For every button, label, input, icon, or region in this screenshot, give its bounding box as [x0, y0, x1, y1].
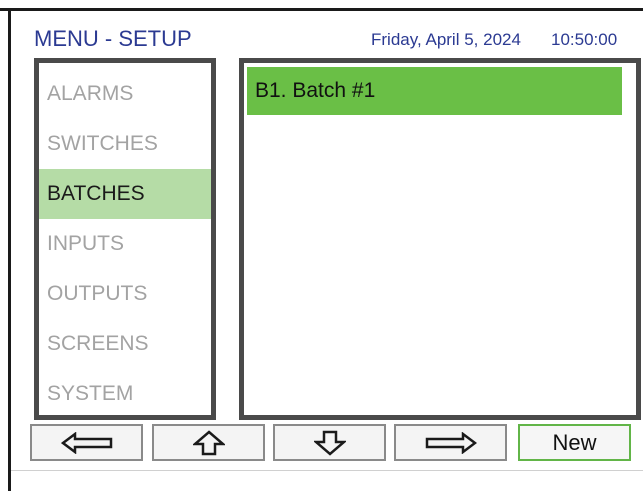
page-title: MENU - SETUP	[34, 26, 192, 51]
menu-item-inputs[interactable]: INPUTS	[39, 219, 211, 269]
arrow-up-icon	[192, 429, 225, 455]
menu-panel: ALARMS SWITCHES BATCHES INPUTS OUTPUTS S…	[34, 58, 216, 420]
setup-screen: MENU - SETUP Friday, April 5, 2024 10:50…	[0, 0, 643, 491]
new-button[interactable]: New	[518, 424, 631, 461]
time-display: 10:50:00	[551, 30, 618, 49]
up-button[interactable]	[152, 424, 265, 461]
menu-item-batches[interactable]: BATCHES	[39, 169, 211, 219]
list-item[interactable]: B1. Batch #1	[247, 67, 622, 115]
left-button[interactable]	[30, 424, 143, 461]
frame-left-border	[8, 8, 11, 491]
menu-item-alarms[interactable]: ALARMS	[39, 69, 211, 119]
menu-item-system[interactable]: SYSTEM	[39, 369, 211, 419]
header-bar: MENU - SETUP Friday, April 5, 2024 10:50…	[11, 11, 643, 59]
bottom-divider	[11, 470, 643, 471]
right-button[interactable]	[394, 424, 507, 461]
arrow-right-icon	[425, 431, 477, 454]
menu-item-switches[interactable]: SWITCHES	[39, 119, 211, 169]
menu-item-outputs[interactable]: OUTPUTS	[39, 269, 211, 319]
new-button-label: New	[552, 429, 597, 455]
down-button[interactable]	[273, 424, 386, 461]
menu-item-screens[interactable]: SCREENS	[39, 319, 211, 369]
arrow-left-icon	[60, 431, 112, 454]
date-display: Friday, April 5, 2024	[371, 30, 521, 49]
batch-list-panel: B1. Batch #1	[239, 58, 641, 420]
arrow-down-icon	[313, 430, 346, 456]
